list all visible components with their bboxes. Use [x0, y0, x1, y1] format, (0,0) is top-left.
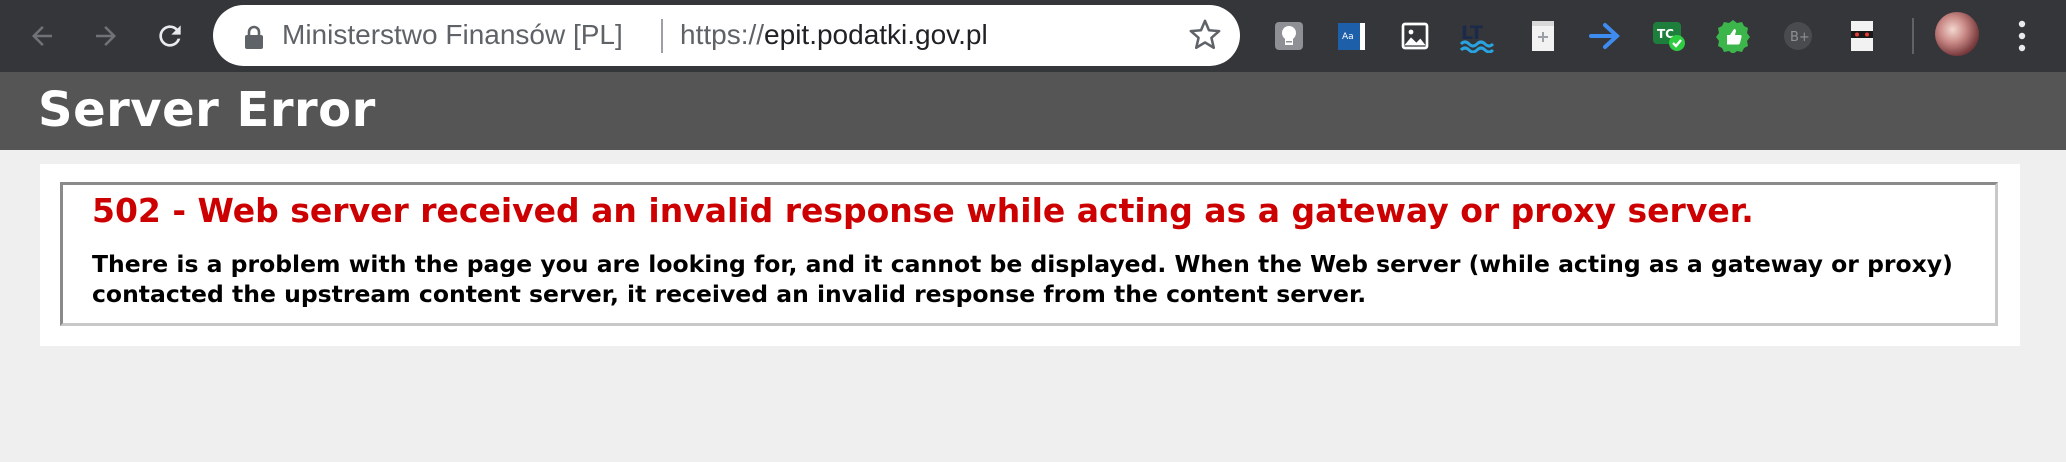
url-text[interactable]: https://epit.podatki.gov.pl: [680, 19, 988, 51]
thumbs-up-icon[interactable]: [1711, 14, 1755, 58]
arrow-back-icon: [32, 26, 52, 46]
content-container: 502 - Web server received an invalid res…: [40, 164, 2020, 346]
site-identity-label[interactable]: Ministerstwo Finansów [PL]: [282, 19, 623, 51]
reload-icon: [159, 25, 181, 47]
grammarly-check-icon[interactable]: TC: [1647, 14, 1691, 58]
lightbulb-icon[interactable]: [1267, 14, 1311, 58]
dictionary-icon[interactable]: Aa: [1330, 14, 1374, 58]
forward-button[interactable]: [82, 12, 130, 60]
page-header: Server Error: [0, 72, 2066, 150]
url-host: epit.podatki.gov.pl: [764, 19, 988, 50]
svg-text:Aa: Aa: [1342, 32, 1354, 42]
address-separator: [661, 19, 663, 53]
lock-icon[interactable]: [243, 25, 265, 49]
page-add-icon[interactable]: [1521, 14, 1565, 58]
profile-avatar[interactable]: [1935, 12, 1979, 56]
image-icon[interactable]: [1393, 14, 1437, 58]
languagetool-icon[interactable]: LT: [1456, 14, 1500, 58]
more-menu-icon[interactable]: [2008, 14, 2036, 58]
back-button[interactable]: [18, 12, 66, 60]
page-title: Server Error: [38, 82, 376, 138]
masked-document-icon[interactable]: [1840, 14, 1884, 58]
b-plus-icon[interactable]: B+: [1776, 14, 1820, 58]
bookmark-star-icon[interactable]: [1188, 18, 1222, 52]
address-bar[interactable]: Ministerstwo Finansów [PL] https://epit.…: [213, 5, 1240, 66]
browser-toolbar: Ministerstwo Finansów [PL] https://epit.…: [0, 0, 2066, 72]
error-box: 502 - Web server received an invalid res…: [60, 182, 1998, 326]
reload-button[interactable]: [146, 12, 194, 60]
error-title: 502 - Web server received an invalid res…: [92, 191, 1754, 230]
svg-text:B+: B+: [1790, 30, 1810, 45]
arrow-forward-icon: [96, 26, 116, 46]
arrow-forward-extension-icon[interactable]: [1584, 14, 1628, 58]
url-scheme: https://: [680, 19, 765, 50]
toolbar-divider: [1912, 18, 1914, 54]
error-message: There is a problem with the page you are…: [92, 250, 1953, 308]
